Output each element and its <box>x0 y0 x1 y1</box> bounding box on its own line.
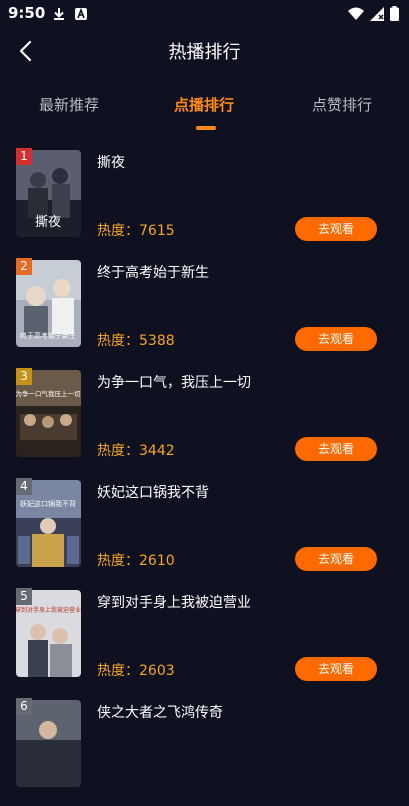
poster-title-text: 为争一口气我压上一切 <box>16 389 81 398</box>
rank-badge: 4 <box>16 478 32 495</box>
watch-button[interactable]: 去观看 <box>295 547 377 571</box>
rank-badge: 6 <box>16 698 32 715</box>
tab-play-ranking[interactable]: 点播排行 <box>174 94 234 115</box>
status-left-icons <box>52 7 88 21</box>
drama-title[interactable]: 妖妃这口锅我不背 <box>97 482 209 502</box>
rank-badge: 1 <box>16 148 32 165</box>
heat-value: 热度：2603 <box>97 663 175 679</box>
list-item[interactable]: 2 终于高考始于新生 终于高考始于新生 热度：5388 去观看 <box>0 256 409 366</box>
tab-bar: 最新推荐 点播排行 点赞排行 <box>0 88 409 134</box>
list-item[interactable]: 5 穿到对手身上我被迫营业 穿到对手身上我被迫营业 热度：2603 去观看 <box>0 586 409 696</box>
list-item[interactable]: 6 侠之大者之飞鸿传奇 <box>0 696 409 806</box>
tab-latest[interactable]: 最新推荐 <box>39 94 99 115</box>
list-item[interactable]: 1 撕夜 撕夜 热度：7615 去观看 <box>0 146 409 256</box>
heat-value: 热度：3442 <box>97 443 175 459</box>
drama-title[interactable]: 撕夜 <box>97 152 125 172</box>
page-title: 热播排行 <box>168 42 241 63</box>
app-a-icon <box>75 7 87 20</box>
drama-title[interactable]: 侠之大者之飞鸿传奇 <box>97 702 223 722</box>
poster-title-text: 穿到对手身上我被迫营业 <box>16 606 81 614</box>
heat-value: 热度：5388 <box>97 333 175 349</box>
rank-badge: 3 <box>16 368 32 385</box>
drama-title[interactable]: 终于高考始于新生 <box>97 262 209 282</box>
header: 热播排行 <box>0 28 409 74</box>
watch-button[interactable]: 去观看 <box>295 327 377 351</box>
active-tab-indicator <box>196 126 216 130</box>
watch-button[interactable]: 去观看 <box>295 437 377 461</box>
signal-icon <box>370 6 384 21</box>
heat-value: 热度：2610 <box>97 553 175 569</box>
poster-title-text: 妖妃这口锅我不背 <box>20 499 76 508</box>
watch-button[interactable]: 去观看 <box>295 217 377 241</box>
rank-badge: 5 <box>16 588 32 605</box>
status-right-icons <box>348 6 399 21</box>
download-icon <box>54 8 64 20</box>
list-item[interactable]: 3 为争一口气我压上一切 为争一口气，我压上一切 热度：3442 去观看 <box>0 366 409 476</box>
list-item[interactable]: 4 妖妃这口锅我不背 妖妃这口锅我不背 热度：2610 去观看 <box>0 476 409 586</box>
poster-title-text: 撕夜 <box>35 215 61 230</box>
heat-value: 热度：7615 <box>97 223 175 239</box>
poster-title-text: 终于高考始于新生 <box>20 331 76 340</box>
status-bar: 9:50 <box>0 0 409 28</box>
battery-icon <box>390 6 399 21</box>
tab-like-ranking[interactable]: 点赞排行 <box>312 94 372 115</box>
status-time: 9:50 <box>8 4 46 22</box>
drama-title[interactable]: 穿到对手身上我被迫营业 <box>97 592 251 612</box>
rank-badge: 2 <box>16 258 32 275</box>
watch-button[interactable]: 去观看 <box>295 657 377 681</box>
drama-title[interactable]: 为争一口气，我压上一切 <box>97 372 251 392</box>
wifi-icon <box>348 7 364 20</box>
